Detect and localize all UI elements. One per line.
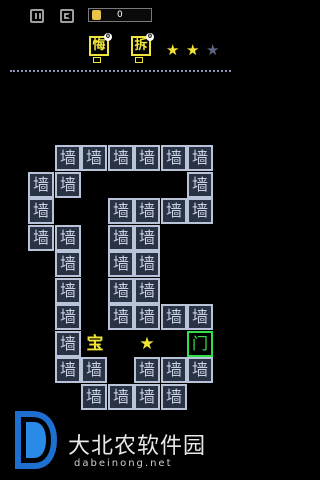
wall-tile: 墙 (161, 198, 187, 224)
divider (10, 70, 231, 72)
star-filled-icon: ★ (166, 41, 180, 59)
regret-tool-badge: 0 (104, 33, 112, 41)
wall-tile: 墙 (55, 172, 81, 198)
wall-tile: 墙 (134, 384, 160, 410)
watermark-logo (15, 411, 58, 469)
wall-tile: 墙 (81, 384, 107, 410)
watermark-title: 大北农软件园 (68, 434, 207, 459)
wall-tile: 墙 (28, 225, 54, 251)
wall-tile: 墙 (161, 145, 187, 171)
wall-tile: 墙 (55, 251, 81, 277)
wall-tile: 墙 (187, 304, 213, 330)
coin-counter: 0 (88, 8, 152, 22)
wall-tile: 墙 (161, 304, 187, 330)
wall-tile: 墙 (187, 145, 213, 171)
regret-tool-label: 悔 (92, 38, 106, 53)
wall-tile: 墙 (108, 198, 134, 224)
video-ad-icon (93, 57, 101, 63)
wall-tile: 墙 (134, 145, 160, 171)
wall-tile: 墙 (81, 145, 107, 171)
wall-tile: 墙 (134, 278, 160, 304)
watermark: 大北农软件园 dabeinong.net (10, 408, 235, 476)
wall-tile: 墙 (28, 172, 54, 198)
coin-count: 0 (117, 10, 123, 20)
regret-tool-button[interactable]: 悔 0 (89, 33, 112, 63)
wall-tile: 墙 (134, 251, 160, 277)
restart-button[interactable] (60, 9, 74, 23)
wall-tile: 墙 (187, 198, 213, 224)
wall-tile: 墙 (161, 384, 187, 410)
wall-tile: 墙 (108, 278, 134, 304)
top-bar: 0 悔 0 拆 0 ★ ★ ★ (0, 0, 241, 70)
wall-tile: 墙 (108, 225, 134, 251)
level-stars: ★ ★ ★ (166, 42, 226, 58)
wall-tile: 墙 (108, 384, 134, 410)
treasure-tile: 宝 (86, 334, 104, 354)
video-ad-icon (135, 57, 143, 63)
wall-tile: 墙 (134, 198, 160, 224)
wall-tile: 墙 (134, 357, 160, 383)
watermark-domain: dabeinong.net (74, 458, 173, 469)
exit-door-tile: 门 (187, 331, 213, 357)
pause-button[interactable] (30, 9, 44, 23)
wall-tile: 墙 (28, 198, 54, 224)
wall-tile: 墙 (134, 225, 160, 251)
demolish-tool-label: 拆 (134, 38, 148, 53)
wall-tile: 墙 (108, 251, 134, 277)
wall-tile: 墙 (108, 304, 134, 330)
star-filled-icon: ★ (186, 41, 200, 59)
wall-tile: 墙 (55, 225, 81, 251)
demolish-tool-button[interactable]: 拆 0 (131, 33, 154, 63)
demolish-tool-badge: 0 (146, 33, 154, 41)
wall-tile: 墙 (55, 145, 81, 171)
wall-tile: 墙 (108, 145, 134, 171)
wall-tile: 墙 (187, 357, 213, 383)
wall-tile: 墙 (161, 357, 187, 383)
wall-tile: 墙 (187, 172, 213, 198)
wall-tile: 墙 (134, 304, 160, 330)
wall-tile: 墙 (55, 278, 81, 304)
wall-tile: 墙 (81, 357, 107, 383)
coin-stack-icon (92, 10, 101, 20)
wall-tile: 墙 (55, 331, 81, 357)
star-empty-icon: ★ (206, 41, 220, 59)
wall-tile: 墙 (55, 304, 81, 330)
wall-tile: 墙 (55, 357, 81, 383)
player-star[interactable]: ★ (134, 331, 160, 357)
